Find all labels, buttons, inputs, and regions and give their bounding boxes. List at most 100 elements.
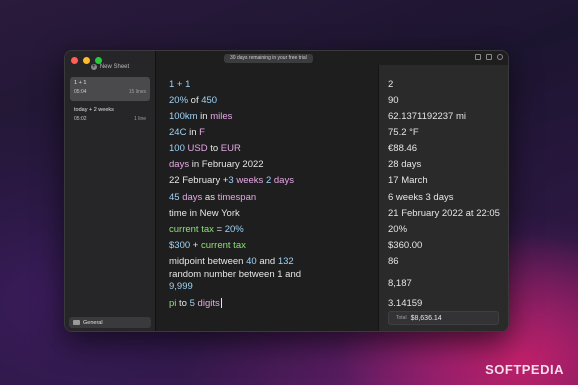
- trial-badge: 30 days remaining in your free trial: [224, 54, 313, 63]
- expression-token: days: [169, 158, 190, 170]
- expression-token: USD: [184, 142, 208, 154]
- expression-token: 100km: [169, 110, 198, 122]
- sheet-time: 05:04: [74, 89, 87, 95]
- sheet-time: 05:02: [74, 116, 87, 122]
- category-general[interactable]: General: [69, 317, 151, 328]
- expression-text: time in New York: [169, 208, 240, 219]
- expression-token: 450: [201, 94, 218, 106]
- expression-token: 20%: [224, 223, 244, 235]
- sidebar: + New Sheet 1 + 1 05:04 15 lines today +…: [65, 51, 156, 331]
- expression-token: EUR: [220, 142, 241, 154]
- expression-text: 45 days as timespan: [169, 192, 256, 203]
- toolbar-icons: [475, 54, 503, 60]
- new-sheet-button[interactable]: + New Sheet: [65, 64, 155, 70]
- sheet-item[interactable]: 1 + 1 05:04 15 lines: [70, 77, 150, 101]
- sidebar-toggle-icon[interactable]: [475, 54, 481, 60]
- expression-token: 40: [246, 255, 257, 267]
- editor-line[interactable]: 1 + 1: [169, 76, 378, 92]
- new-sheet-label: New Sheet: [99, 64, 130, 70]
- result-value[interactable]: 8,187: [388, 275, 508, 291]
- expression-text: midpoint between 40 and 132: [169, 256, 294, 267]
- minimize-button[interactable]: [83, 57, 90, 64]
- sheet-title: 1 + 1: [74, 80, 87, 86]
- editor-line[interactable]: 100km in miles: [169, 108, 378, 124]
- gear-icon[interactable]: [497, 54, 503, 60]
- expression-token: 1 + 1: [169, 78, 191, 90]
- result-value[interactable]: 3.14159: [388, 295, 508, 311]
- total-box: Total $8,636.14: [388, 311, 499, 325]
- expression-token: miles: [210, 110, 233, 122]
- result-value[interactable]: 2: [388, 76, 508, 92]
- expression-token: in February 2022: [189, 158, 264, 170]
- result-value[interactable]: 90: [388, 92, 508, 108]
- expression-text: random number between 1 and 9,999: [169, 269, 304, 293]
- expression-token: weeks: [233, 174, 266, 186]
- editor-line[interactable]: 45 days as timespan: [169, 189, 378, 205]
- expression-token: $300: [169, 239, 191, 251]
- editor-line[interactable]: time in New York: [169, 205, 378, 221]
- editor-line[interactable]: 100 USD to EUR: [169, 140, 378, 156]
- expression-token: =: [213, 223, 225, 235]
- expression-token: current tax: [200, 239, 246, 251]
- expression-token: to: [176, 297, 190, 309]
- sheet-line-count: 1 line: [134, 116, 146, 122]
- result-value[interactable]: 21 February 2022 at 22:05: [388, 205, 508, 221]
- expression-token: and: [256, 255, 278, 267]
- expression-token: in: [197, 110, 211, 122]
- editor-line[interactable]: midpoint between 40 and 132: [169, 253, 378, 269]
- expression-token: midpoint between: [169, 255, 247, 267]
- expression-text: 1 + 1: [169, 79, 190, 90]
- expression-text: 100km in miles: [169, 111, 232, 122]
- editor-line[interactable]: pi to 5 digits: [169, 295, 378, 311]
- expression-text: $300 + current tax: [169, 240, 246, 251]
- editor-line[interactable]: $300 + current tax: [169, 237, 378, 253]
- editor-line[interactable]: 20% of 450: [169, 92, 378, 108]
- expression-token: as: [202, 191, 218, 203]
- result-value[interactable]: 86: [388, 253, 508, 269]
- total-label: Total: [396, 315, 407, 321]
- results-pane: Total $8,636.14 2 90 62.1371192237 mi 75.2 …: [378, 65, 508, 331]
- editor-line[interactable]: 22 February +3 weeks 2 days: [169, 172, 378, 188]
- expression-token: current tax: [169, 223, 214, 235]
- expression-token: 20%: [169, 94, 189, 106]
- expression-text: 100 USD to EUR: [169, 143, 241, 154]
- expression-token: to: [207, 142, 221, 154]
- expression-token: 22 February +: [169, 174, 229, 186]
- expression-text: days in February 2022: [169, 159, 264, 170]
- result-value[interactable]: 62.1371192237 mi: [388, 108, 508, 124]
- editor-pane[interactable]: 1 + 1 20% of 450 100km in miles 24C in F 100…: [156, 65, 378, 331]
- expression-text: 24C in F: [169, 127, 205, 138]
- expression-token: days: [271, 174, 294, 186]
- editor-line[interactable]: days in February 2022: [169, 156, 378, 172]
- zoom-button[interactable]: [95, 57, 102, 64]
- sheet-item[interactable]: today + 2 weeks 05:02 1 line: [70, 104, 150, 128]
- expression-token: timespan: [217, 191, 257, 203]
- titlebar: 30 days remaining in your free trial: [156, 51, 508, 65]
- editor-line[interactable]: random number between 1 and 9,999: [169, 269, 304, 295]
- text-caret: [220, 297, 222, 308]
- result-value[interactable]: 20%: [388, 221, 508, 237]
- plus-icon: +: [90, 64, 97, 70]
- result-value[interactable]: €88.46: [388, 140, 508, 156]
- expression-token: 45: [169, 191, 180, 203]
- folder-icon: [73, 320, 80, 325]
- category-label: General: [83, 319, 103, 326]
- result-value[interactable]: 6 weeks 3 days: [388, 189, 508, 205]
- editor-line[interactable]: 24C in F: [169, 124, 378, 140]
- expression-token: time in New York: [169, 207, 240, 219]
- result-value[interactable]: 17 March: [388, 172, 508, 188]
- editor-line[interactable]: current tax = 20%: [169, 221, 378, 237]
- close-button[interactable]: [71, 57, 78, 64]
- expression-token: 100: [169, 142, 185, 154]
- sheet-title: today + 2 weeks: [74, 107, 114, 113]
- result-value[interactable]: 28 days: [388, 156, 508, 172]
- share-icon[interactable]: [486, 54, 492, 60]
- watermark-logo: SOFTPEDIA: [485, 362, 564, 377]
- expression-token: of: [188, 94, 202, 106]
- result-value[interactable]: 75.2 °F: [388, 124, 508, 140]
- expression-token: F: [199, 126, 205, 138]
- expression-token: 132: [277, 255, 294, 267]
- expression-token: 9,999: [169, 281, 193, 292]
- result-value[interactable]: $360.00: [388, 237, 508, 253]
- sheet-line-count: 15 lines: [128, 89, 146, 95]
